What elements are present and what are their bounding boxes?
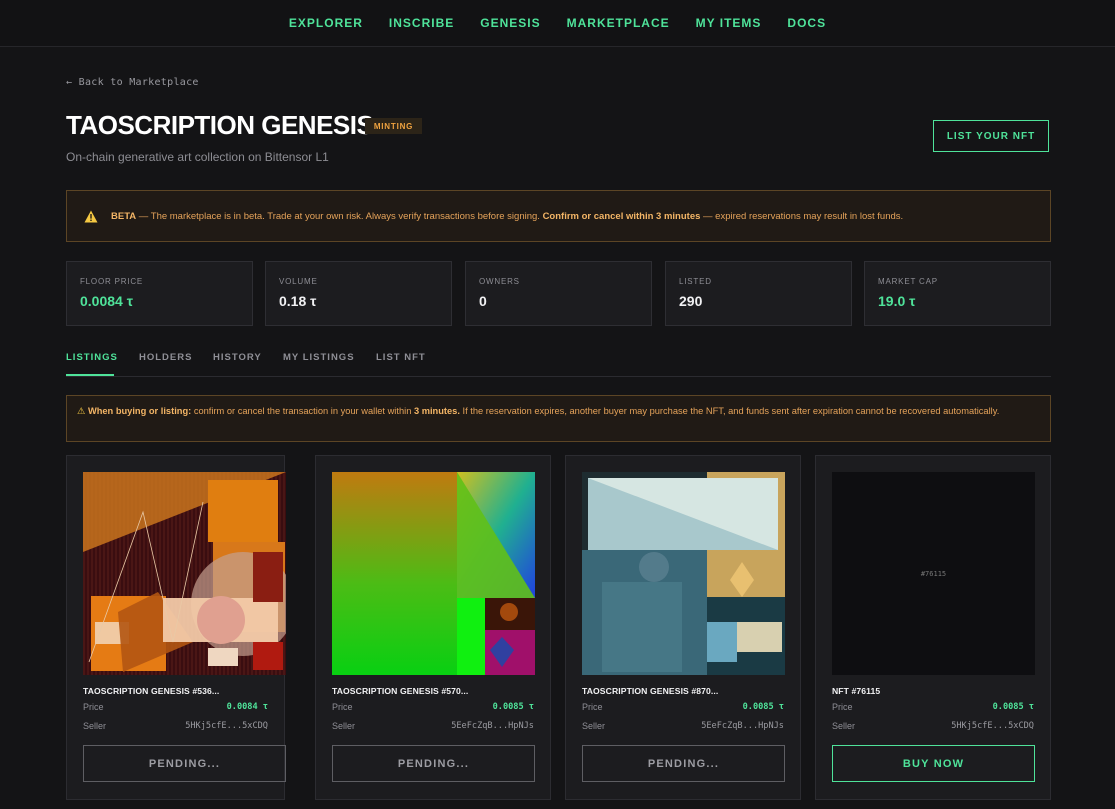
price-label: Price (832, 702, 853, 712)
tab-list-nft[interactable]: LIST NFT (376, 352, 426, 363)
stat-value: 0.18 τ (279, 293, 317, 309)
stat-market-cap: MARKET CAP 19.0 τ (864, 261, 1051, 326)
price-value: 0.0085 τ (492, 702, 534, 712)
warning-icon (84, 210, 98, 222)
stat-value: 19.0 τ (878, 293, 916, 309)
page-title: TAOSCRIPTION GENESIS (66, 110, 374, 140)
notice-lead: When buying or listing: (87, 406, 192, 416)
stat-value: 290 (679, 293, 703, 309)
back-to-marketplace-link[interactable]: ← Back to Marketplace (66, 77, 199, 88)
price-label: Price (332, 702, 353, 712)
seller-label: Seller (582, 721, 606, 731)
nft-artwork-image (582, 472, 785, 675)
nav-my-items[interactable]: MY ITEMS (696, 16, 762, 30)
stats-row: FLOOR PRICE 0.0084 τ VOLUME 0.18 τ OWNER… (66, 261, 1051, 326)
nav-genesis[interactable]: GENESIS (480, 16, 540, 30)
beta-warning-banner: BETA — The marketplace is in beta. Trade… (66, 190, 1051, 242)
pending-button[interactable]: PENDING... (582, 745, 785, 782)
seller-address[interactable]: 5EeFcZqB...HpNJs (701, 721, 784, 731)
nav-docs[interactable]: DOCS (787, 16, 826, 30)
nft-name: TAOSCRIPTION GENESIS #870... (582, 686, 719, 696)
price-label: Price (83, 702, 104, 712)
nft-artwork-image (332, 472, 535, 675)
nft-name: TAOSCRIPTION GENESIS #536... (83, 686, 220, 696)
price-value: 0.0085 τ (992, 702, 1034, 712)
stat-label: FLOOR PRICE (80, 277, 144, 286)
nft-artwork[interactable] (83, 472, 286, 675)
transaction-notice: ⚠ When buying or listing: confirm or can… (66, 395, 1051, 442)
seller-address[interactable]: 5EeFcZqB...HpNJs (451, 721, 534, 731)
pending-button[interactable]: PENDING... (83, 745, 286, 782)
price-value: 0.0085 τ (742, 702, 784, 712)
status-badge: MINTING (365, 118, 422, 134)
seller-label: Seller (83, 721, 107, 731)
tab-history[interactable]: HISTORY (213, 352, 262, 363)
listing-card[interactable]: TAOSCRIPTION GENESIS #570... Price 0.008… (315, 455, 551, 800)
list-your-nft-button[interactable]: LIST YOUR NFT (933, 120, 1049, 152)
page-subtitle: On-chain generative art collection on Bi… (66, 150, 329, 164)
beta-text-1: — The marketplace is in beta. Trade at y… (136, 210, 543, 222)
nft-artwork-image (83, 472, 286, 675)
warning-icon: ⚠ (77, 406, 86, 416)
price-value: 0.0084 τ (226, 702, 268, 712)
stat-label: OWNERS (479, 277, 520, 286)
notice-text-2: If the reservation expires, another buye… (459, 406, 1000, 416)
stat-floor-price: FLOOR PRICE 0.0084 τ (66, 261, 253, 326)
beta-emphasis: Confirm or cancel within 3 minutes (542, 210, 701, 222)
seller-address[interactable]: 5HKj5cfE...5xCDQ (185, 721, 268, 731)
nft-name: NFT #76115 (832, 686, 881, 696)
nft-name: TAOSCRIPTION GENESIS #570... (332, 686, 469, 696)
nav-inscribe[interactable]: INSCRIBE (389, 16, 454, 30)
tab-listings[interactable]: LISTINGS (66, 352, 118, 363)
notice-text-1: confirm or cancel the transaction in you… (191, 406, 414, 416)
nft-artwork[interactable] (332, 472, 535, 675)
beta-text-2: — expired reservations may result in los… (700, 210, 904, 222)
beta-label: BETA (111, 210, 137, 222)
listing-card[interactable]: TAOSCRIPTION GENESIS #536... Price 0.008… (66, 455, 286, 800)
seller-label: Seller (832, 721, 856, 731)
seller-label: Seller (332, 721, 356, 731)
pending-button[interactable]: PENDING... (332, 745, 535, 782)
top-nav: EXPLORER INSCRIBE GENESIS MARKETPLACE MY… (0, 0, 1115, 47)
stat-owners: OWNERS 0 (465, 261, 652, 326)
stat-label: MARKET CAP (878, 277, 938, 286)
seller-address[interactable]: 5HKj5cfE...5xCDQ (951, 721, 1034, 731)
nav-marketplace[interactable]: MARKETPLACE (567, 16, 670, 30)
beta-banner-text: BETA — The marketplace is in beta. Trade… (111, 211, 903, 222)
stat-volume: VOLUME 0.18 τ (265, 261, 452, 326)
stat-value: 0.0084 τ (80, 293, 133, 309)
active-tab-indicator (66, 374, 114, 376)
buy-now-button[interactable]: BUY NOW (832, 745, 1035, 782)
nft-id-label: #76115 (920, 569, 947, 578)
stat-value: 0 (479, 293, 487, 309)
stat-listed: LISTED 290 (665, 261, 852, 326)
stat-label: VOLUME (279, 277, 318, 286)
tab-my-listings[interactable]: MY LISTINGS (283, 352, 355, 363)
listing-card[interactable]: #76115 NFT #76115 Price 0.0085 τ Seller … (815, 455, 1051, 800)
tab-holders[interactable]: HOLDERS (139, 352, 192, 363)
nft-artwork[interactable] (582, 472, 785, 675)
price-label: Price (582, 702, 603, 712)
listing-card[interactable]: TAOSCRIPTION GENESIS #870... Price 0.008… (565, 455, 801, 800)
nft-artwork-placeholder[interactable]: #76115 (832, 472, 1035, 675)
nav-explorer[interactable]: EXPLORER (289, 16, 363, 30)
stat-label: LISTED (679, 277, 712, 286)
collection-tabs: LISTINGS HOLDERS HISTORY MY LISTINGS LIS… (66, 345, 1051, 377)
notice-emphasis: 3 minutes. (413, 406, 460, 416)
